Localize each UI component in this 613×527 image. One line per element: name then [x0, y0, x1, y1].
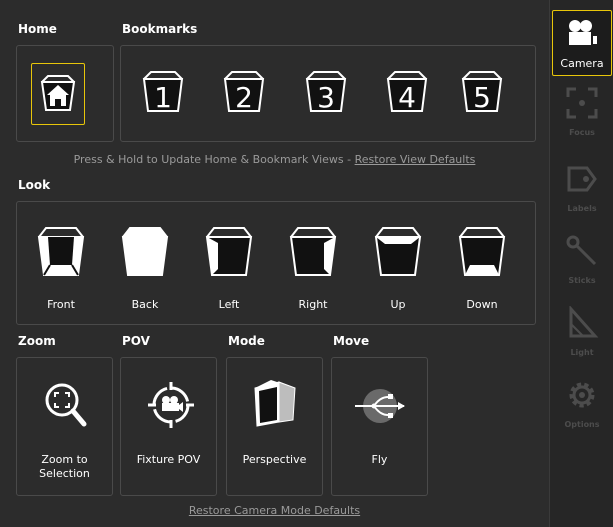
bookmark-4-button[interactable]: 4	[383, 68, 431, 116]
footer: Restore Camera Mode Defaults	[0, 504, 549, 517]
bookmark-5-button[interactable]: 5	[458, 68, 506, 116]
home-cube-icon	[40, 75, 76, 111]
bookmark-hint-text: Press & Hold to Update Home & Bookmark V…	[73, 153, 355, 166]
camera-icon	[569, 20, 597, 45]
look-title: Look	[18, 178, 51, 192]
sidebar-label-focus: Focus	[569, 128, 595, 137]
bookmark-cube-icon: 2	[223, 71, 265, 114]
bookmark-2-button[interactable]: 2	[220, 68, 268, 116]
fly-move-button[interactable]: Fly	[331, 357, 428, 496]
svg-text:4: 4	[398, 81, 416, 114]
bookmark-cube-icon: 4	[386, 71, 428, 114]
cube-back-icon	[121, 227, 169, 276]
sidebar-item-labels[interactable]: Labels	[550, 154, 613, 218]
look-panel: Front Back Left Right Up Down	[16, 201, 536, 325]
zoom-title: Zoom	[18, 334, 56, 348]
focus-icon	[566, 87, 598, 119]
fixture-pov-button[interactable]: Fixture POV	[120, 357, 217, 496]
labels-icon	[567, 166, 597, 192]
sidebar-label-options: Options	[564, 420, 600, 429]
zoom-to-selection-label: Zoom to Selection	[39, 453, 90, 480]
cube-left-icon	[205, 227, 253, 276]
bookmark-cube-icon: 3	[305, 71, 347, 114]
look-down-label: Down	[466, 298, 498, 311]
bookmark-cube-icon: 5	[461, 71, 503, 114]
look-front-button[interactable]	[35, 224, 87, 280]
cube-right-icon	[289, 227, 337, 276]
perspective-label: Perspective	[242, 453, 307, 466]
sidebar-label-sticks: Sticks	[568, 276, 596, 285]
home-title: Home	[18, 22, 57, 36]
look-right-label: Right	[298, 298, 328, 311]
cube-down-icon	[458, 227, 506, 276]
bookmark-1-button[interactable]: 1	[139, 68, 187, 116]
pov-title: POV	[122, 334, 150, 348]
light-icon	[569, 306, 599, 338]
sidebar-label-camera: Camera	[560, 57, 604, 70]
look-right-button[interactable]	[287, 224, 339, 280]
sidebar-item-light[interactable]: Light	[550, 298, 613, 362]
sidebar-item-camera[interactable]: Camera	[552, 10, 612, 76]
fly-label: Fly	[371, 453, 388, 466]
mode-title: Mode	[228, 334, 265, 348]
restore-view-defaults-link[interactable]: Restore View Defaults	[355, 153, 476, 166]
look-up-button[interactable]	[372, 224, 424, 280]
home-panel	[16, 45, 114, 142]
look-front-label: Front	[47, 298, 75, 311]
fly-icon	[355, 389, 405, 423]
camera-panel: Home Bookmarks 1 2 3 4 5 Press & Hold to…	[0, 0, 549, 527]
sidebar-label-light: Light	[570, 348, 594, 357]
zoom-selection-icon	[45, 383, 87, 427]
look-up-label: Up	[390, 298, 406, 311]
bookmarks-panel: 1 2 3 4 5	[120, 45, 536, 142]
perspective-mode-button[interactable]: Perspective	[226, 357, 323, 496]
bookmark-hint: Press & Hold to Update Home & Bookmark V…	[0, 153, 549, 166]
look-left-label: Left	[218, 298, 240, 311]
svg-text:1: 1	[154, 81, 172, 114]
sidebar-label-labels: Labels	[567, 204, 597, 213]
zoom-to-selection-button[interactable]: Zoom to Selection	[16, 357, 113, 496]
look-back-label: Back	[131, 298, 159, 311]
fixture-pov-label: Fixture POV	[136, 453, 201, 466]
sidebar-item-focus[interactable]: Focus	[550, 78, 613, 142]
sidebar-item-sticks[interactable]: Sticks	[550, 226, 613, 290]
home-view-button[interactable]	[31, 63, 85, 125]
look-back-button[interactable]	[119, 224, 171, 280]
move-title: Move	[333, 334, 370, 348]
perspective-cube-icon	[254, 380, 296, 427]
sticks-icon	[566, 235, 597, 266]
cube-front-icon	[37, 227, 85, 276]
bookmark-3-button[interactable]: 3	[302, 68, 350, 116]
bookmark-cube-icon: 1	[142, 71, 184, 114]
look-left-button[interactable]	[203, 224, 255, 280]
cube-up-icon	[374, 227, 422, 276]
sidebar: Camera Focus Labels Sticks Light Options	[549, 0, 613, 527]
look-down-button[interactable]	[456, 224, 508, 280]
fixture-pov-icon	[148, 382, 194, 428]
bookmarks-title: Bookmarks	[122, 22, 198, 36]
restore-camera-defaults-link[interactable]: Restore Camera Mode Defaults	[189, 504, 360, 517]
svg-text:5: 5	[473, 81, 491, 114]
gear-icon	[569, 382, 595, 408]
svg-text:2: 2	[235, 81, 253, 114]
sidebar-item-options[interactable]: Options	[550, 370, 613, 434]
svg-text:3: 3	[317, 81, 335, 114]
